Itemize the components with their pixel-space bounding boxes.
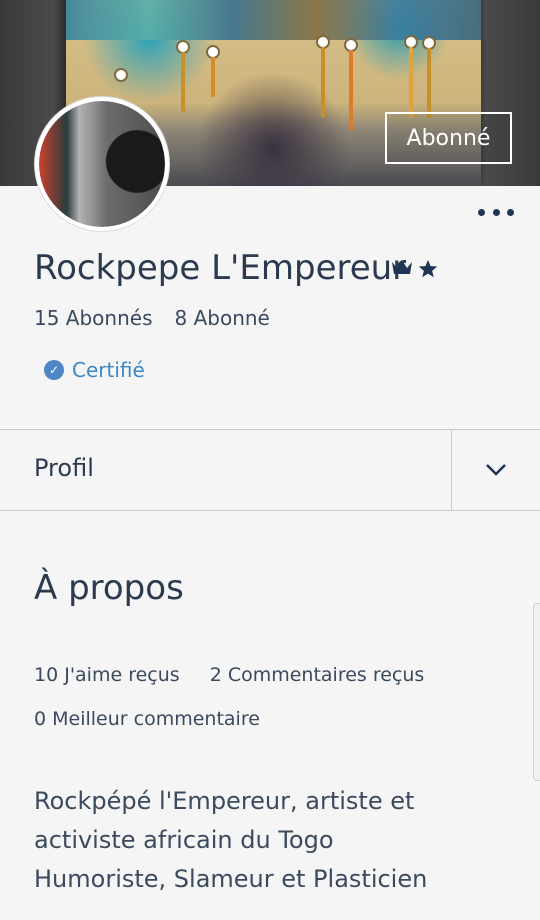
crown-icon [392, 260, 412, 274]
star-icon [418, 259, 438, 278]
avatar[interactable] [35, 97, 169, 231]
follow-counts: 15 Abonnés 8 Abonné [34, 306, 270, 330]
chevron-down-icon [486, 464, 506, 476]
best-comment-count: 0 Meilleur commentaire [34, 708, 260, 730]
check-icon: ✓ [44, 360, 64, 380]
follow-button[interactable]: Abonné [385, 112, 512, 164]
bio-line: Humoriste, Slameur et Plasticien [34, 865, 428, 893]
scroll-handle[interactable] [533, 603, 540, 781]
following-count[interactable]: 8 Abonné [175, 306, 270, 330]
bio: Rockpépé l'Empereur, artiste et activist… [34, 782, 504, 899]
dropdown-toggle[interactable] [452, 430, 540, 510]
certified-badge: ✓ Certifié [44, 358, 145, 382]
tab-current-label[interactable]: Profil [34, 454, 94, 482]
bio-line: Rockpépé l'Empereur, artiste et [34, 787, 415, 815]
profile-name: Rockpepe L'Empereur [34, 248, 407, 288]
comments-received: 2 Commentaires reçus [209, 664, 425, 686]
profile-badges [391, 258, 439, 280]
certified-label: Certifié [72, 358, 145, 382]
profile-tab-selector[interactable]: Profil [0, 429, 540, 511]
likes-received: 10 J'aime reçus [34, 664, 180, 686]
about-stats: 10 J'aime reçus 2 Commentaires reçus [34, 664, 424, 686]
more-icon [478, 208, 485, 216]
more-options-button[interactable] [478, 202, 514, 222]
followers-count[interactable]: 15 Abonnés [34, 306, 153, 330]
about-title: À propos [34, 568, 184, 608]
bio-line: activiste africain du Togo [34, 826, 334, 854]
